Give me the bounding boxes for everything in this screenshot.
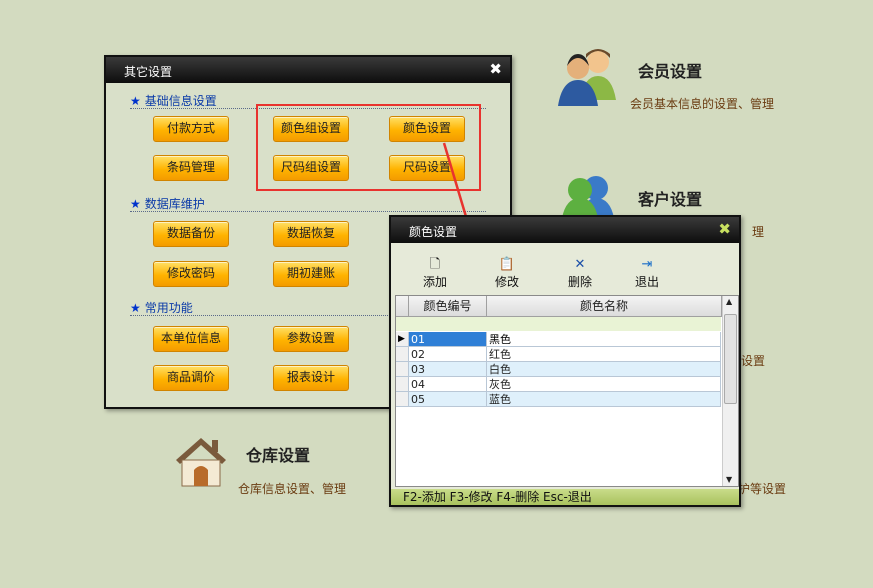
table-row[interactable]: ▶ 01 黑色 xyxy=(396,332,721,347)
edit-button[interactable]: 📋 修改 xyxy=(485,257,529,290)
color-settings-dialog: 颜色设置 ✖ 🗋 添加 📋 修改 ✕ 删除 ⇥ 退出 颜色编号 颜色名称 ▶ 0… xyxy=(389,215,741,507)
scroll-thumb[interactable] xyxy=(724,314,737,404)
row-header xyxy=(396,362,409,377)
add-label: 添加 xyxy=(422,275,447,289)
scroll-up-icon[interactable]: ▲ xyxy=(726,297,732,306)
row-header xyxy=(396,347,409,362)
dialog-title: 颜色设置 xyxy=(409,225,458,239)
exit-button[interactable]: ⇥ 退出 xyxy=(625,257,669,290)
row-header xyxy=(396,392,409,407)
add-button[interactable]: 🗋 添加 xyxy=(413,257,457,290)
column-header-name[interactable]: 颜色名称 xyxy=(487,296,722,317)
color-code-cell[interactable]: 03 xyxy=(409,362,487,377)
color-code-cell[interactable]: 02 xyxy=(409,347,487,362)
add-document-icon: 🗋 xyxy=(429,257,441,272)
table-row[interactable]: 05 蓝色 xyxy=(396,392,721,407)
row-pointer-icon: ▶ xyxy=(396,332,409,347)
color-settings-titlebar[interactable]: 颜色设置 ✖ xyxy=(391,217,739,243)
color-code-cell[interactable]: 01 xyxy=(409,332,487,347)
color-name-cell[interactable]: 白色 xyxy=(487,362,721,377)
table-row[interactable]: 04 灰色 xyxy=(396,377,721,392)
vertical-scrollbar[interactable]: ▲ ▼ xyxy=(722,296,738,486)
exit-label: 退出 xyxy=(634,275,659,289)
row-header xyxy=(396,377,409,392)
column-header-code[interactable]: 颜色编号 xyxy=(409,296,487,317)
filter-row[interactable] xyxy=(396,317,721,331)
color-name-cell[interactable]: 灰色 xyxy=(487,377,721,392)
close-icon[interactable]: ✖ xyxy=(718,220,731,238)
delete-label: 删除 xyxy=(567,275,592,289)
color-code-cell[interactable]: 05 xyxy=(409,392,487,407)
delete-x-icon: ✕ xyxy=(574,257,586,272)
row-header-corner xyxy=(396,296,409,317)
delete-button[interactable]: ✕ 删除 xyxy=(558,257,602,290)
color-grid[interactable]: 颜色编号 颜色名称 ▶ 01 黑色 02 红色 03 白色 04 灰色 05 蓝… xyxy=(395,295,739,487)
edit-clipboard-icon: 📋 xyxy=(498,257,516,272)
table-row[interactable]: 03 白色 xyxy=(396,362,721,377)
color-name-cell[interactable]: 红色 xyxy=(487,347,721,362)
color-name-cell[interactable]: 蓝色 xyxy=(487,392,721,407)
scroll-down-icon[interactable]: ▼ xyxy=(726,475,732,484)
color-code-cell[interactable]: 04 xyxy=(409,377,487,392)
status-bar: F2-添加 F3-修改 F4-删除 Esc-退出 xyxy=(391,489,739,505)
table-row[interactable]: 02 红色 xyxy=(396,347,721,362)
exit-door-icon: ⇥ xyxy=(641,257,653,272)
edit-label: 修改 xyxy=(494,275,519,289)
color-name-cell[interactable]: 黑色 xyxy=(487,332,721,347)
